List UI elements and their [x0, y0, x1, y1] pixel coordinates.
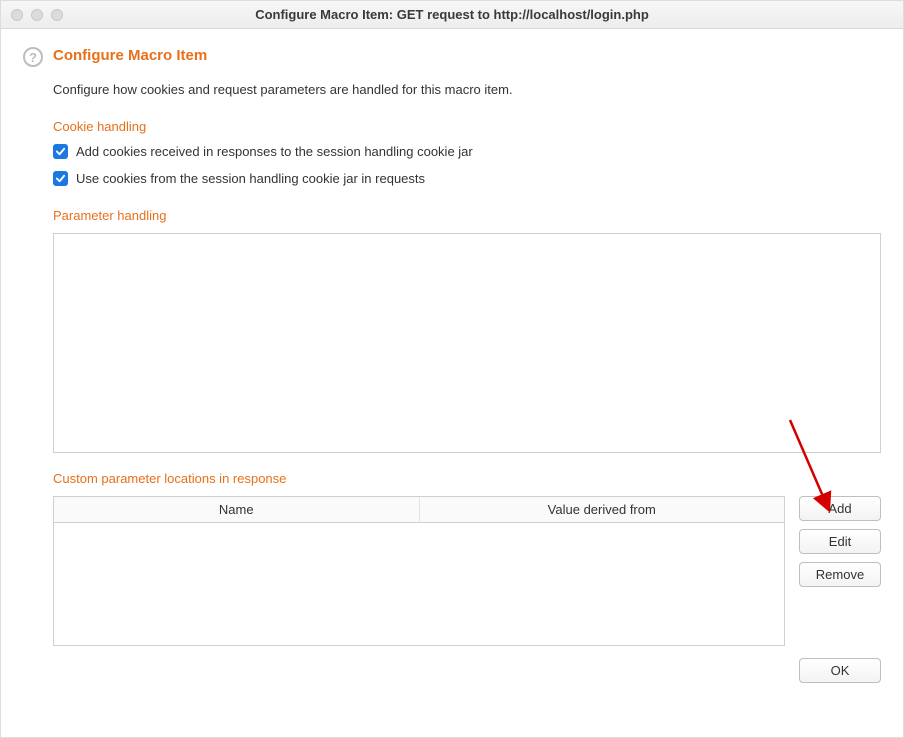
add-button[interactable]: Add [799, 496, 881, 521]
help-icon[interactable]: ? [23, 47, 43, 67]
cookie-section-label: Cookie handling [53, 119, 881, 134]
param-section-label: Parameter handling [53, 208, 881, 223]
ok-button[interactable]: OK [799, 658, 881, 683]
custom-section-label: Custom parameter locations in response [53, 471, 881, 486]
zoom-icon[interactable] [51, 9, 63, 21]
window-controls [1, 9, 63, 21]
table-header: Name Value derived from [54, 497, 784, 523]
dialog-window: Configure Macro Item: GET request to htt… [0, 0, 904, 738]
close-icon[interactable] [11, 9, 23, 21]
description-text: Configure how cookies and request parame… [53, 82, 881, 97]
checkbox-row-add-cookies[interactable]: Add cookies received in responses to the… [53, 144, 881, 159]
titlebar: Configure Macro Item: GET request to htt… [1, 1, 903, 29]
minimize-icon[interactable] [31, 9, 43, 21]
checkbox-icon[interactable] [53, 144, 68, 159]
dialog-content: ? Configure Macro Item Configure how coo… [1, 29, 903, 737]
checkbox-row-use-cookies[interactable]: Use cookies from the session handling co… [53, 171, 881, 186]
window-title: Configure Macro Item: GET request to htt… [1, 7, 903, 22]
custom-parameter-table[interactable]: Name Value derived from [53, 496, 785, 646]
checkbox-label: Use cookies from the session handling co… [76, 171, 425, 186]
table-col-name: Name [54, 497, 420, 522]
parameter-handling-list[interactable] [53, 233, 881, 453]
checkbox-icon[interactable] [53, 171, 68, 186]
table-button-column: Add Edit Remove [799, 496, 881, 587]
page-title: Configure Macro Item [53, 47, 881, 64]
table-col-value: Value derived from [420, 497, 785, 522]
remove-button[interactable]: Remove [799, 562, 881, 587]
edit-button[interactable]: Edit [799, 529, 881, 554]
checkbox-label: Add cookies received in responses to the… [76, 144, 473, 159]
